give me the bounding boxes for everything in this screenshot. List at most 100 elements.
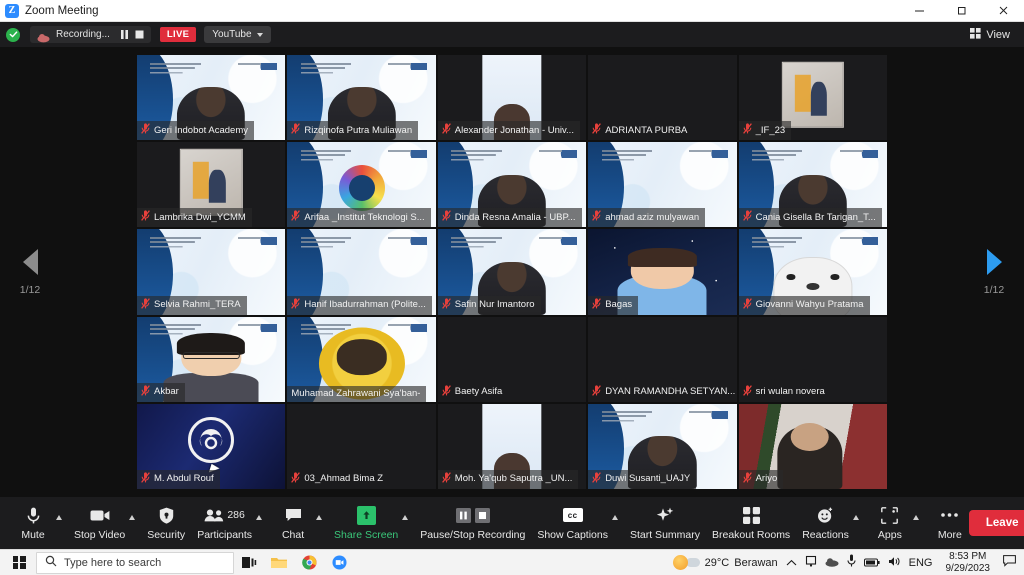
participant-name-badge: Dinda Resna Amalia - UBP... [437,208,582,228]
participant-tile[interactable]: Rizqinofa Putra Muliawan [287,55,436,141]
page-indicator-right: 1/12 [983,283,1005,296]
participant-tile[interactable]: ADRIANTA PUR...ADRIANTA PURBA [588,55,737,141]
stop-recording-icon[interactable] [135,26,144,44]
file-explorer-icon[interactable] [264,551,294,575]
participant-name-badge: Hanif Ibadurrahman (Polite... [287,295,432,315]
chevron-up-icon[interactable] [256,515,263,520]
mic-muted-icon [592,384,602,400]
microphone-tray-icon[interactable] [847,554,856,572]
pause-recording-icon[interactable] [120,26,129,44]
chevron-up-icon[interactable] [852,515,859,520]
encryption-shield-icon[interactable] [6,27,20,42]
taskbar-clock[interactable]: 8:53 PM 9/29/2023 [941,551,996,575]
participant-tile[interactable]: sri wulan noverasri wulan novera [738,316,887,402]
participant-name: Moh. Ya'qub Saputra _UN... [454,473,573,485]
toolbar-chat-button[interactable]: Chat [274,501,312,545]
toolbar-participants-button[interactable]: 286 Participants [197,501,252,545]
participant-tile[interactable]: Safin Nur Imantoro [437,229,587,315]
chevron-up-icon[interactable] [402,515,409,520]
prev-page-control[interactable]: 1/12 [0,47,60,497]
participant-tile[interactable]: Akbar [137,316,286,402]
participant-tile[interactable]: Arifaa _Institut Teknologi S... [287,142,436,228]
toolbar-share-screen-button[interactable]: Share Screen [334,501,398,545]
next-page-control[interactable]: 1/12 [964,47,1024,497]
toolbar-show-captions-button[interactable]: cc Show Captions [537,501,608,545]
minimize-button[interactable] [898,0,940,22]
participant-tile[interactable]: Alexander Jonathan - Univ... [437,55,587,141]
participant-tile[interactable]: M. Abdul Rouf [137,403,286,489]
chevron-left-icon[interactable] [22,248,38,275]
show-hidden-icons-chevron-icon[interactable] [786,554,797,572]
mic-muted-icon [742,210,752,225]
chevron-up-icon[interactable] [912,515,919,520]
chevron-up-icon[interactable] [129,515,136,520]
participant-tile[interactable]: Muhamad Zahrawani Sya'ban- [287,316,436,402]
lion-face [336,339,387,376]
toolbar-mute-button[interactable]: Mute [14,501,52,545]
participant-tile[interactable]: Ariyo [738,403,887,489]
participant-name-badge: Safin Nur Imantoro [437,295,541,315]
weather-widget[interactable]: 29°C Berawan [672,555,778,570]
participant-tile[interactable]: 03_Ahmad Bima Z03_Ahmad Bima Z [287,403,436,489]
toolbar-more-button[interactable]: More [931,501,969,545]
chevron-up-icon[interactable] [316,515,323,520]
sponsor-logo [237,324,277,332]
battery-icon[interactable] [863,554,880,572]
apps-icon [881,506,899,525]
participant-tile[interactable]: Cania Gisella Br Tarigan_T... [738,142,887,228]
toolbar-breakout-rooms-button[interactable]: Breakout Rooms [712,501,790,545]
live-platform-chip[interactable]: YouTube [204,26,271,43]
view-button[interactable]: View [962,25,1018,45]
leave-button[interactable]: Leave [968,510,1024,536]
mic-muted-icon [592,297,602,313]
meeting-top-bar: Recording... LIVE YouTube View [0,22,1024,47]
notifications-icon[interactable] [1003,554,1016,572]
participant-tile[interactable]: Duwi Susanti_UAJY [588,403,737,489]
chevron-up-icon[interactable] [611,515,618,520]
chevron-right-icon[interactable] [986,248,1002,275]
participant-tile[interactable]: DYAN RAMAND...DYAN RAMANDHA SETYAN... [588,316,737,402]
toolbar-group: Chat [274,501,323,545]
toolbar-group: 286 Participants [197,501,263,545]
volume-icon[interactable] [888,554,901,572]
sponsor-logo [689,411,728,420]
participant-tile[interactable]: _IF_23 [738,55,887,141]
participant-name: Cania Gisella Br Tarigan_T... [755,211,876,223]
zoom-icon[interactable] [324,551,354,575]
participant-tile[interactable]: Geri Indobot Academy [137,55,286,141]
onedrive-icon[interactable] [805,554,817,572]
view-label: View [986,28,1010,41]
sponsor-logo [388,62,427,71]
participant-tile[interactable]: Baety AsifaBaety Asifa [437,316,587,402]
participant-tile[interactable]: Giovanni Wahyu Pratama [738,229,887,315]
close-button[interactable] [982,0,1024,22]
toolbar-stop-video-button[interactable]: Stop Video [74,501,125,545]
chevron-up-icon[interactable] [56,515,62,520]
start-button[interactable] [4,551,34,575]
participant-tile[interactable]: Moh. Ya'qub Saputra _UN... [437,403,587,489]
chrome-icon[interactable] [294,551,324,575]
participant-tile[interactable]: ahmad aziz mulyawan [588,142,737,228]
toolbar-start-summary-button[interactable]: Start Summary [630,501,700,545]
task-view-icon[interactable] [234,551,264,575]
mic-muted-icon [441,472,451,487]
toolbar-group: Reactions [802,501,859,545]
language-indicator[interactable]: ENG [909,557,933,569]
toolbar-reactions-button[interactable]: Reactions [802,501,849,545]
toolbar-pause-stop-recording-button[interactable]: Pause/Stop Recording [420,501,525,545]
participant-tile[interactable]: Dinda Resna Amalia - UBP... [437,142,587,228]
participant-name-badge: Arifaa _Institut Teknologi S... [287,208,431,228]
toolbar-security-button[interactable]: Security [147,501,185,545]
weather-icon [672,555,688,570]
cloud-icon[interactable] [825,554,839,572]
participant-tile[interactable]: Bagas [588,229,737,315]
taskbar-search-input[interactable]: Type here to search [36,551,234,574]
maximize-button[interactable] [940,0,982,22]
toolbar-apps-button[interactable]: Apps [871,501,909,545]
participant-name: sri wulan novera [755,386,825,398]
participant-tile[interactable]: Selvia Rahmi_TERA [137,229,286,315]
participant-name-badge: Moh. Ya'qub Saputra _UN... [437,469,579,489]
participant-tile[interactable]: Hanif Ibadurrahman (Polite... [287,229,436,315]
mic-muted-icon [141,384,150,400]
participant-tile[interactable]: Lambrika Dwi_YCMM [137,142,286,228]
